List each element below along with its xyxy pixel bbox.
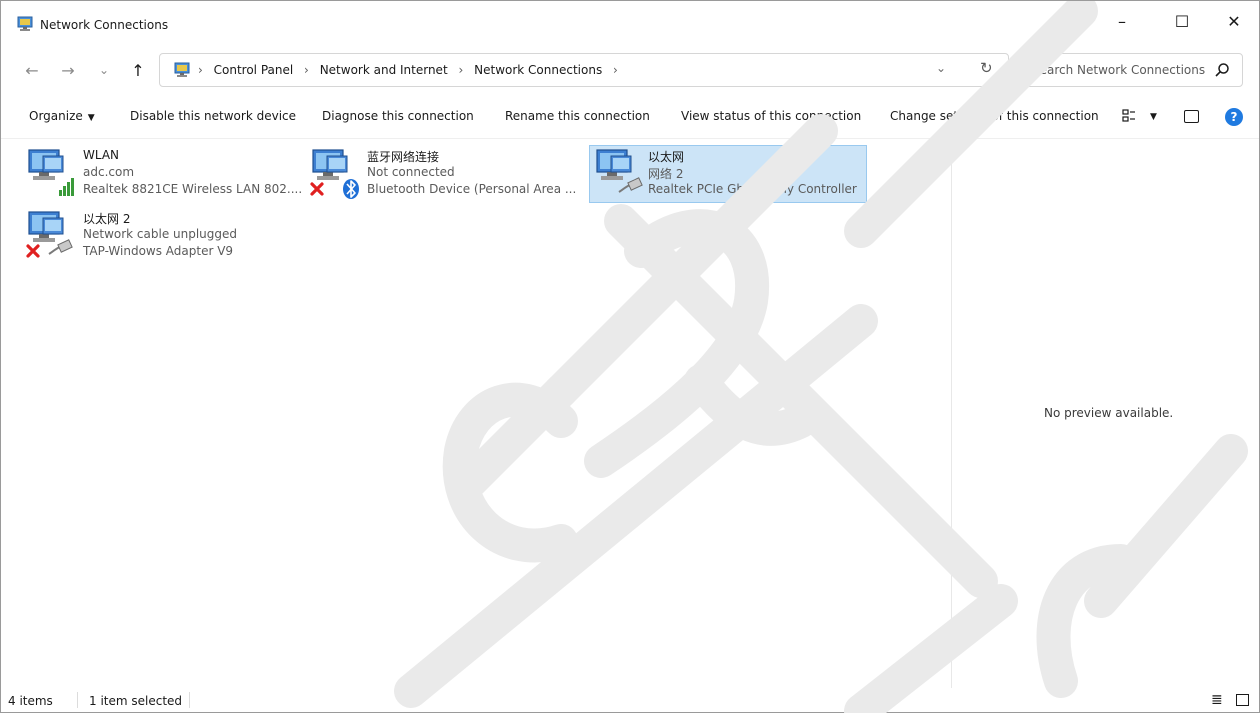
search-icon[interactable] <box>1214 62 1230 78</box>
list-item-ethernet[interactable]: 以太网 网络 2 Realtek PCIe GbE Family Control… <box>589 145 867 203</box>
minimize-button[interactable]: – <box>1099 1 1145 41</box>
close-button[interactable]: ✕ <box>1211 1 1257 41</box>
connection-device: Realtek 8821CE Wireless LAN 802.... <box>83 182 303 196</box>
bluetooth-adapter-icon <box>310 149 359 199</box>
tap-adapter-icon <box>26 211 73 258</box>
control-panel-icon <box>174 62 190 77</box>
connection-device: Bluetooth Device (Personal Area ... <box>367 182 577 196</box>
change-settings-button[interactable]: Change settings of this connection <box>890 109 1099 123</box>
wireless-adapter-icon <box>28 149 74 196</box>
list-item-ethernet-2[interactable]: 以太网 2 Network cable unplugged TAP-Window… <box>25 208 285 268</box>
view-status-button[interactable]: View status of this connection <box>681 109 861 123</box>
connection-status: adc.com <box>83 165 135 179</box>
preview-pane: No preview available. <box>951 140 1259 688</box>
status-divider <box>77 692 78 708</box>
ethernet-adapter-icon <box>596 149 643 193</box>
disable-device-button[interactable]: Disable this network device <box>130 109 296 123</box>
address-bar[interactable]: › Control Panel › Network and Internet ›… <box>159 53 1009 87</box>
address-history-dropdown[interactable]: ⌄ <box>936 61 946 75</box>
window-title: Network Connections <box>40 18 169 32</box>
connection-device: TAP-Windows Adapter V9 <box>83 244 234 258</box>
connection-status: Network cable unplugged <box>83 227 238 241</box>
back-button[interactable]: ← <box>21 59 43 81</box>
search-box[interactable]: Search Network Connections <box>1021 53 1243 87</box>
preview-pane-icon[interactable] <box>1184 110 1199 123</box>
status-bar: 4 items 1 item selected ≣ <box>1 688 1259 712</box>
connection-name: 以太网 <box>648 150 685 164</box>
connection-name: 以太网 2 <box>83 212 131 226</box>
breadcrumb-separator[interactable]: › <box>304 63 309 77</box>
search-input[interactable]: Search Network Connections <box>1032 63 1205 77</box>
diagnose-button[interactable]: Diagnose this connection <box>322 109 474 123</box>
maximize-button[interactable]: ☐ <box>1159 1 1205 41</box>
list-item-wlan[interactable]: WLAN adc.com Realtek 8821CE Wireless LAN… <box>25 146 305 206</box>
address-row: ← → ⌄ ↑ › Control Panel › Network and In… <box>1 41 1259 95</box>
tiles-view-icon[interactable] <box>1236 694 1249 706</box>
organize-menu[interactable]: Organize ▼ <box>29 109 95 123</box>
breadcrumb-separator[interactable]: › <box>613 63 618 77</box>
network-connections-app-icon <box>17 16 33 31</box>
breadcrumb-network-connections[interactable]: Network Connections <box>474 63 602 77</box>
connection-status: 网络 2 <box>648 167 684 181</box>
connections-list: WLAN adc.com Realtek 8821CE Wireless LAN… <box>1 140 949 688</box>
refresh-button[interactable]: ↻ <box>980 59 993 77</box>
title-bar[interactable]: Network Connections – ☐ ✕ <box>1 1 1259 41</box>
item-count: 4 items <box>8 694 53 708</box>
command-bar: Organize ▼ Disable this network device Di… <box>1 95 1259 139</box>
connection-name: WLAN <box>83 148 120 162</box>
view-options-icon[interactable] <box>1122 109 1136 127</box>
list-item-bluetooth[interactable]: 蓝牙网络连接 Not connected Bluetooth Device (P… <box>309 146 584 206</box>
breadcrumb-network-and-internet[interactable]: Network and Internet <box>320 63 448 77</box>
forward-button[interactable]: → <box>57 59 79 81</box>
recent-locations-button[interactable]: ⌄ <box>93 59 115 81</box>
status-divider <box>189 692 190 708</box>
view-options-dropdown-icon[interactable]: ▼ <box>1150 112 1157 122</box>
help-icon[interactable]: ? <box>1225 108 1243 126</box>
connection-device: Realtek PCIe GbE Family Controller <box>648 182 857 196</box>
breadcrumb-control-panel[interactable]: Control Panel <box>214 63 294 77</box>
caret-down-icon: ▼ <box>87 113 95 123</box>
connection-status: Not connected <box>367 165 455 179</box>
details-view-icon[interactable]: ≣ <box>1211 692 1223 708</box>
breadcrumb: › Control Panel › Network and Internet ›… <box>198 63 625 77</box>
preview-message: No preview available. <box>1044 406 1174 420</box>
breadcrumb-separator[interactable]: › <box>458 63 463 77</box>
connection-name: 蓝牙网络连接 <box>367 150 440 164</box>
up-button[interactable]: ↑ <box>127 59 149 81</box>
rename-button[interactable]: Rename this connection <box>505 109 650 123</box>
network-connections-window: Network Connections – ☐ ✕ ← → ⌄ ↑ › Cont… <box>0 0 1260 713</box>
organize-label: Organize <box>29 109 83 123</box>
selection-count: 1 item selected <box>89 694 183 708</box>
breadcrumb-separator[interactable]: › <box>198 63 203 77</box>
